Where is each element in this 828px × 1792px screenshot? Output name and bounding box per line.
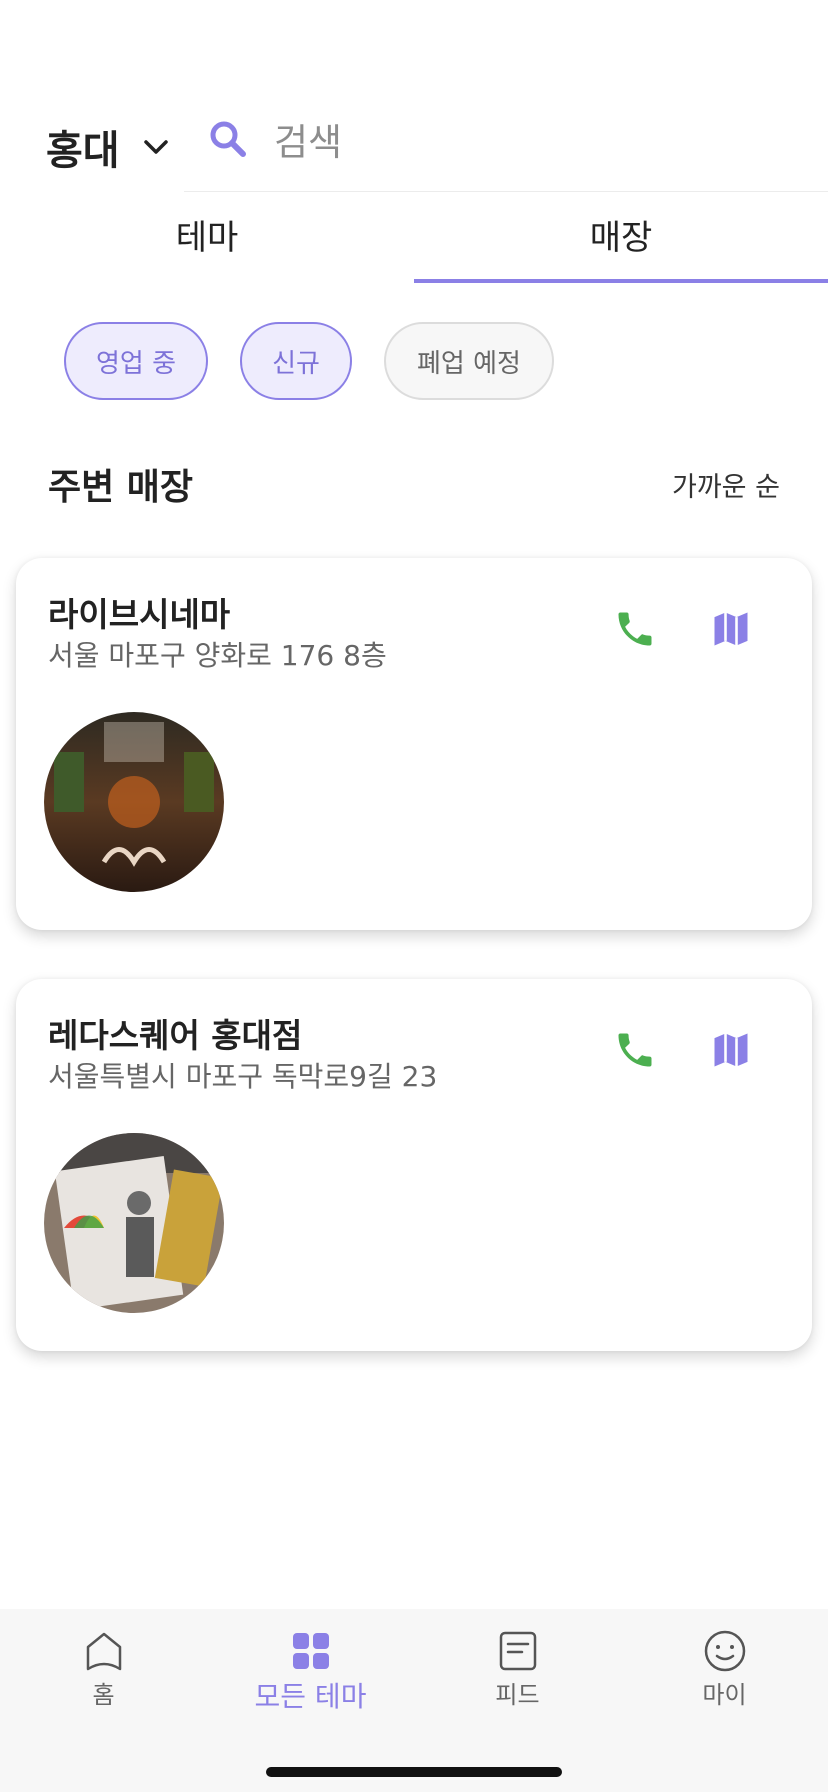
nav-my[interactable]: 마이 (621, 1629, 828, 1710)
home-icon (86, 1632, 121, 1671)
store-address: 서울 마포구 양화로 176 8층 (48, 639, 387, 672)
nav-home-label: 홈 (92, 1681, 115, 1709)
map-icon[interactable] (706, 1025, 756, 1075)
store-name: 레다스퀘어 홍대점 (48, 1016, 303, 1055)
filter-chip-open[interactable]: 영업 중 (64, 322, 208, 400)
map-icon[interactable] (706, 604, 756, 654)
location-label: 홍대 (46, 128, 120, 174)
nav-all-themes-label: 모든 테마 (254, 1680, 367, 1713)
filter-chip-closing[interactable]: 폐업 예정 (384, 322, 554, 400)
section-title: 주변 매장 (48, 467, 194, 508)
nav-home[interactable]: 홈 (0, 1629, 207, 1710)
smile-icon (704, 1630, 745, 1672)
sort-button[interactable]: 가까운 순 (672, 465, 780, 504)
nav-all-themes[interactable]: 모든 테마 (207, 1629, 414, 1715)
grid-icon (292, 1633, 329, 1669)
phone-icon[interactable] (610, 1025, 660, 1075)
chevron-down-icon (143, 140, 168, 154)
home-indicator (266, 1767, 562, 1777)
store-card[interactable]: 라이브시네마 서울 마포구 양화로 176 8층 (16, 558, 812, 930)
phone-icon[interactable] (610, 604, 660, 654)
bottom-navigation: 홈 모든 테마 피드 마이 (0, 1609, 828, 1792)
search-bar[interactable]: 검색 (208, 112, 342, 166)
filter-chip-new[interactable]: 신규 (240, 322, 352, 400)
header-divider (184, 191, 828, 192)
nav-my-label: 마이 (702, 1681, 747, 1709)
tab-store[interactable]: 매장 (414, 210, 828, 259)
store-address: 서울특별시 마포구 독막로9길 23 (48, 1060, 438, 1093)
tab-active-indicator (414, 279, 828, 283)
store-card[interactable]: 레다스퀘어 홍대점 서울특별시 마포구 독막로9길 23 (16, 979, 812, 1351)
theme-thumbnail[interactable] (44, 1133, 224, 1313)
nav-feed-label: 피드 (495, 1681, 540, 1709)
nav-feed[interactable]: 피드 (414, 1629, 621, 1710)
location-selector[interactable]: 홍대 (46, 118, 170, 176)
theme-thumbnail[interactable] (44, 712, 224, 892)
search-input[interactable]: 검색 (274, 112, 342, 166)
search-icon (210, 121, 246, 157)
feed-icon (499, 1631, 536, 1671)
tab-theme[interactable]: 테마 (0, 210, 414, 259)
store-name: 라이브시네마 (48, 595, 231, 634)
